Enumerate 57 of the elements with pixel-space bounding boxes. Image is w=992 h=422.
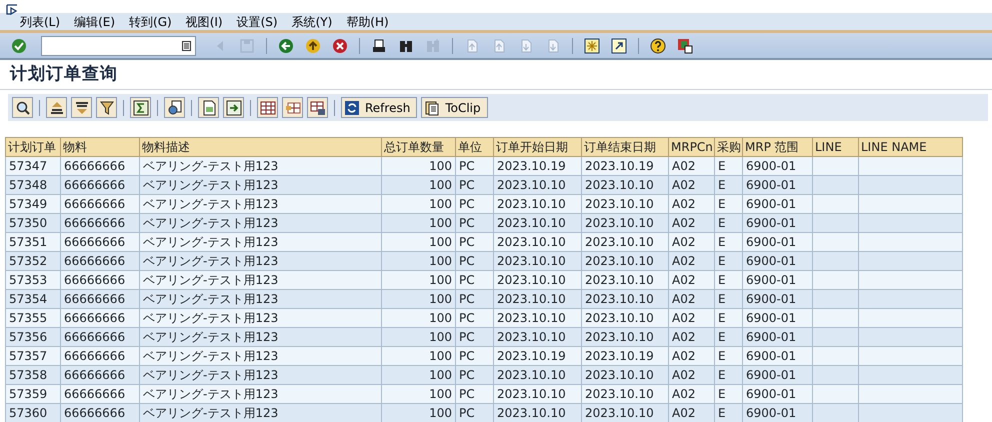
app-menu-icon[interactable] <box>6 4 18 16</box>
print-icon[interactable] <box>371 38 387 54</box>
layout-icon[interactable] <box>677 38 693 54</box>
menu-item[interactable]: 系统(Y) <box>292 12 332 32</box>
menu-item[interactable]: 视图(I) <box>186 12 223 32</box>
sort-ascending-icon <box>48 100 64 116</box>
search-button[interactable] <box>12 97 33 118</box>
sort-descending-icon <box>74 100 90 116</box>
grid-save-button[interactable] <box>307 97 328 118</box>
refresh-button[interactable]: Refresh <box>341 97 418 118</box>
menu-item[interactable]: 列表(L) <box>20 12 60 32</box>
column-header[interactable]: LINE NAME <box>858 138 962 156</box>
toclip-button[interactable]: ToClip <box>421 97 488 118</box>
export-button[interactable] <box>198 97 219 118</box>
grid-edit-button[interactable] <box>282 97 303 118</box>
sort-ascending-button[interactable] <box>46 97 67 118</box>
grid-icon <box>260 100 276 116</box>
grid-button[interactable] <box>257 97 278 118</box>
filter-button[interactable] <box>96 97 117 118</box>
sum-icon <box>132 100 148 116</box>
history-icon[interactable] <box>182 40 191 50</box>
column-header[interactable]: 物料描述 <box>140 138 382 156</box>
column-header[interactable]: LINE <box>812 138 858 156</box>
column-header[interactable]: 总订单数量 <box>382 138 456 156</box>
column-header[interactable]: MRP 范围 <box>742 138 812 156</box>
menu-item[interactable]: 帮助(H) <box>346 12 389 32</box>
command-field[interactable] <box>41 36 196 56</box>
refresh-icon <box>344 100 360 116</box>
new-window-icon[interactable] <box>584 38 600 54</box>
menu-item[interactable]: 设置(S) <box>236 12 278 32</box>
table-cell: 57360 <box>6 404 60 422</box>
shortcut-icon[interactable] <box>611 38 627 54</box>
grid-edit-icon <box>284 100 300 116</box>
check-icon[interactable] <box>11 38 27 54</box>
view-icon <box>166 100 182 116</box>
column-header[interactable]: 计划订单 <box>6 138 60 156</box>
sum-button[interactable] <box>130 97 151 118</box>
menu-item[interactable]: 编辑(E) <box>74 12 116 32</box>
grid-save-icon <box>310 100 326 116</box>
column-header[interactable]: 订单开始日期 <box>494 138 582 156</box>
help-icon[interactable] <box>650 38 666 54</box>
cancel-icon[interactable] <box>332 38 348 54</box>
sort-descending-button[interactable] <box>71 97 92 118</box>
import-icon <box>226 100 242 116</box>
screen-title: 计划订单查询 <box>10 62 118 86</box>
column-header[interactable]: 单位 <box>456 138 494 156</box>
column-header[interactable]: MRPCn <box>668 138 714 156</box>
view-button[interactable] <box>164 97 185 118</box>
column-header[interactable]: 订单结束日期 <box>582 138 668 156</box>
export-icon <box>200 100 216 116</box>
column-header[interactable]: 采购 <box>714 138 742 156</box>
column-header[interactable]: 物料 <box>60 138 140 156</box>
clipboard-icon <box>424 100 440 116</box>
menu-item[interactable]: 转到(G) <box>129 12 172 32</box>
import-button[interactable] <box>223 97 244 118</box>
filter-icon <box>98 100 114 116</box>
search-icon <box>14 100 30 116</box>
